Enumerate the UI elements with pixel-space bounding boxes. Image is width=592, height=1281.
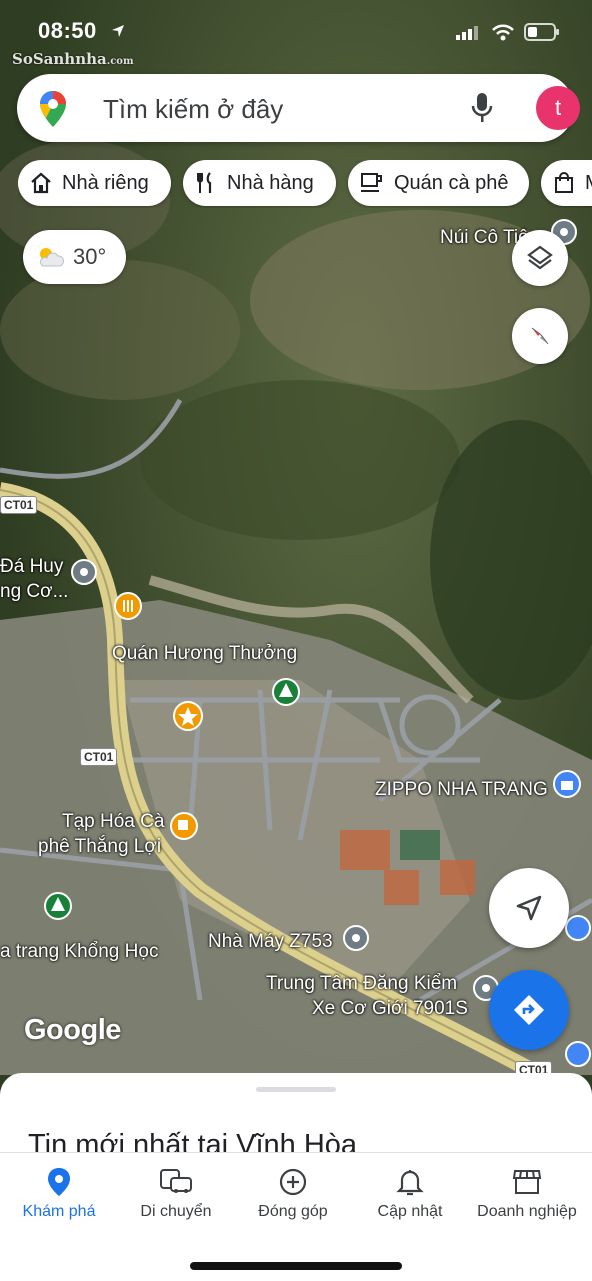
tab-kham-pha[interactable]: Khám phá (0, 1167, 118, 1221)
tab-di-chuyen[interactable]: Di chuyển (117, 1167, 235, 1221)
coffee-icon (361, 173, 382, 192)
tab-label: Doanh nghiệp (477, 1203, 577, 1220)
shopping-pin-icon[interactable] (565, 915, 591, 941)
my-location-button[interactable] (489, 868, 569, 948)
wifi-icon (492, 24, 514, 41)
map-label[interactable]: Nhà Máy Z753 (208, 930, 333, 954)
layers-icon (527, 245, 553, 270)
restaurant-icon (197, 172, 212, 193)
tab-cap-nhat[interactable]: Cập nhật (351, 1167, 469, 1221)
location-pin-icon (48, 1168, 70, 1196)
home-icon (31, 172, 51, 194)
chip-label: M (585, 172, 592, 195)
road-shield: CT01 (80, 748, 118, 766)
status-bar: 08:50 SoSanhnha.com (0, 0, 592, 68)
directions-button[interactable] (489, 970, 569, 1050)
chip-mua-sam[interactable]: M (541, 160, 592, 206)
chip-label: Quán cà phê (394, 171, 509, 194)
navigation-arrow-icon (516, 895, 542, 921)
map-label[interactable]: Trung Tâm Đăng Kiểm (266, 972, 457, 996)
location-arrow-icon (112, 25, 124, 37)
microphone-icon[interactable] (465, 91, 499, 125)
watermark-logo: SoSanhnha.com (12, 50, 134, 68)
battery-icon (524, 23, 559, 41)
google-logo: Google (24, 1014, 121, 1046)
map-label[interactable]: Quán Hương Thưởng (112, 642, 297, 666)
chip-label: Nhà hàng (227, 171, 314, 194)
star-pin-icon[interactable] (173, 701, 203, 731)
chip-nha-rieng[interactable]: Nhà riêng (18, 160, 171, 206)
tab-label: Cập nhật (377, 1203, 443, 1220)
place-pin-icon[interactable] (343, 925, 369, 951)
maps-logo-icon (40, 91, 66, 127)
partly-cloudy-icon (40, 248, 65, 267)
tab-label: Khám phá (22, 1203, 96, 1220)
tab-label: Đóng góp (258, 1203, 328, 1220)
search-input[interactable] (101, 88, 445, 130)
commute-icon (160, 1169, 192, 1193)
status-time: 08:50 (38, 18, 97, 43)
map-label[interactable]: ng Cơ... (0, 580, 68, 604)
map-label[interactable]: Xe Cơ Giới 7901S (312, 997, 468, 1021)
directions-icon (514, 995, 544, 1025)
add-circle-icon (279, 1168, 307, 1196)
sheet-drag-handle[interactable] (256, 1087, 336, 1092)
home-indicator[interactable] (190, 1262, 402, 1270)
compass-icon (531, 327, 549, 345)
tab-dong-gop[interactable]: Đóng góp (234, 1167, 352, 1221)
road-shield: CT01 (0, 496, 38, 514)
place-pin-icon[interactable] (71, 559, 97, 585)
cellular-signal-icon (456, 26, 478, 40)
shopping-bag-icon (555, 172, 573, 193)
map-label[interactable]: a trang Khổng Học (0, 940, 158, 964)
avatar[interactable]: t (536, 86, 580, 130)
search-bar[interactable]: t (17, 74, 580, 142)
chip-label: Nhà riêng (62, 171, 149, 194)
gas-station-pin-icon[interactable] (565, 1041, 591, 1067)
weather-temperature: 30° (73, 244, 107, 269)
bell-icon (396, 1170, 424, 1196)
chip-quan-ca-phe[interactable]: Quán cà phê (348, 160, 529, 206)
map-label[interactable]: ZIPPO NHA TRANG (375, 778, 548, 802)
shopping-pin-icon[interactable] (553, 770, 581, 798)
map-label[interactable]: Đá Huy (0, 555, 63, 579)
compass-button[interactable] (512, 308, 568, 364)
coffee-pin-icon[interactable] (170, 812, 198, 840)
map-label[interactable]: Tạp Hóa Cà (62, 810, 164, 834)
park-pin-icon[interactable] (272, 678, 300, 706)
layers-button[interactable] (512, 230, 568, 286)
chip-nha-hang[interactable]: Nhà hàng (183, 160, 336, 206)
category-chips: Nhà riêng Nhà hàng Quán cà phê M (18, 160, 592, 208)
bottom-sheet[interactable]: Tin mới nhất tại Vĩnh Hòa (0, 1073, 592, 1163)
restaurant-pin-icon[interactable] (114, 592, 142, 620)
tab-doanh-nghiep[interactable]: Doanh nghiệp (468, 1167, 586, 1221)
park-pin-icon[interactable] (44, 892, 72, 920)
weather-chip[interactable]: 30° (23, 230, 126, 284)
storefront-icon (512, 1170, 542, 1194)
map-label[interactable]: phê Thắng Lợi (38, 835, 161, 859)
tab-label: Di chuyển (140, 1203, 212, 1220)
